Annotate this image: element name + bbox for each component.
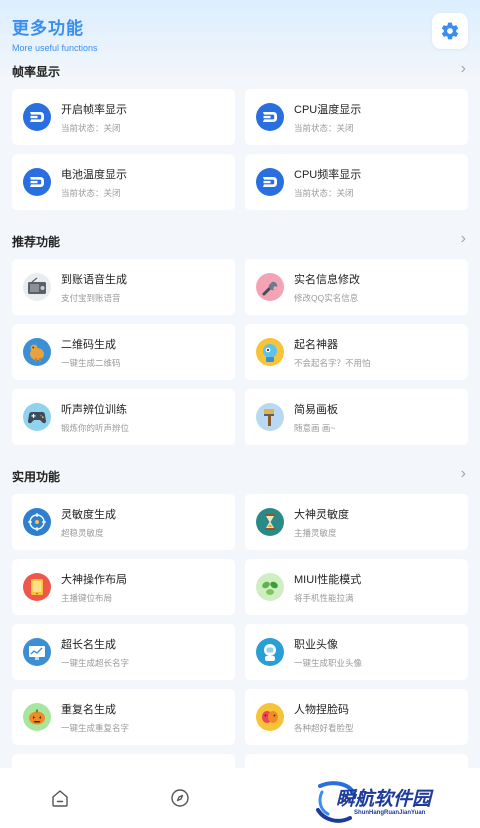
card-sound-locate[interactable]: 听声辨位训练 锻炼你的听声辨位 bbox=[12, 389, 235, 445]
card-face-code[interactable]: 人物捏脸码 各种超好看脸型 bbox=[245, 689, 468, 745]
card-cpu-frequency[interactable]: CPU频率显示 当前状态：关闭 bbox=[245, 154, 468, 210]
astronaut-icon bbox=[256, 638, 284, 666]
card-label: 简易画板 bbox=[294, 403, 338, 416]
wrench-icon bbox=[256, 273, 284, 301]
card-label: 听声辨位训练 bbox=[61, 403, 127, 416]
section-title-recommended: 推荐功能 bbox=[12, 235, 61, 249]
card-label: 职业头像 bbox=[294, 638, 338, 651]
card-drawing-board[interactable]: 简易画板 随意画 画~ bbox=[245, 389, 468, 445]
card-description: 修改QQ实名信息 bbox=[294, 292, 359, 303]
chevron-right-icon[interactable]: › bbox=[461, 466, 466, 482]
watermark-subtext: ShunHangRuanJianYuan bbox=[354, 810, 426, 816]
page-header: 更多功能 More useful functions bbox=[12, 14, 98, 53]
card-label: 人物捏脸码 bbox=[294, 703, 349, 716]
card-description: 主播键位布局 bbox=[61, 592, 113, 603]
card-career-avatar[interactable]: 职业头像 一键生成职业头像 bbox=[245, 624, 468, 680]
robot-icon bbox=[256, 338, 284, 366]
home-tab[interactable] bbox=[50, 788, 70, 813]
card-label: 重复名生成 bbox=[61, 703, 116, 716]
card-realname-edit[interactable]: 实名信息修改 修改QQ实名信息 bbox=[245, 259, 468, 315]
card-label: 大神操作布局 bbox=[61, 573, 127, 586]
gamepad-icon bbox=[23, 403, 51, 431]
card-label: 大神灵敏度 bbox=[294, 508, 349, 521]
hourglass-icon bbox=[256, 508, 284, 536]
card-payment-voice[interactable]: 到账语音生成 支付宝到账语音 bbox=[12, 259, 235, 315]
card-description: 支付宝到账语音 bbox=[61, 292, 121, 303]
card-description: 当前状态：关闭 bbox=[61, 187, 121, 198]
settings-button[interactable] bbox=[432, 13, 468, 49]
card-qrcode[interactable]: 二维码生成 一键生成二维码 bbox=[12, 324, 235, 380]
card-description: 超稳灵敏度 bbox=[61, 527, 104, 538]
masks-icon bbox=[256, 703, 284, 731]
card-label: MIUI性能模式 bbox=[294, 573, 362, 586]
chevron-right-icon[interactable]: › bbox=[461, 231, 466, 247]
card-label: CPU频率显示 bbox=[294, 168, 362, 181]
card-description: 不会起名字？不用怕 bbox=[294, 357, 371, 368]
watermark-text: 瞬航软件园 bbox=[336, 789, 432, 810]
card-sensitivity-gen[interactable]: 灵敏度生成 超稳灵敏度 bbox=[12, 494, 235, 550]
watermark-logo: 瞬航软件园 ShunHangRuanJianYuan bbox=[314, 780, 480, 828]
monitor-chart-icon bbox=[23, 638, 51, 666]
card-label: 实名信息修改 bbox=[294, 273, 360, 286]
card-label: 灵敏度生成 bbox=[61, 508, 116, 521]
card-label: CPU温度显示 bbox=[294, 103, 362, 116]
card-description: 随意画 画~ bbox=[294, 422, 336, 433]
tablet-icon bbox=[23, 573, 51, 601]
card-cpu-temperature[interactable]: CPU温度显示 当前状态：关闭 bbox=[245, 89, 468, 145]
card-description: 将手机性能拉满 bbox=[294, 592, 354, 603]
card-pro-layout[interactable]: 大神操作布局 主播键位布局 bbox=[12, 559, 235, 615]
discover-tab[interactable] bbox=[170, 788, 190, 813]
card-battery-temperature[interactable]: 电池温度显示 当前状态：关闭 bbox=[12, 154, 235, 210]
card-label: 超长名生成 bbox=[61, 638, 116, 651]
card-long-name[interactable]: 超长名生成 一键生成超长名字 bbox=[12, 624, 235, 680]
card-label: 电池温度显示 bbox=[61, 168, 127, 181]
section-title-practical: 实用功能 bbox=[12, 470, 61, 484]
card-duplicate-name[interactable]: 重复名生成 一键生成重复名字 bbox=[12, 689, 235, 745]
card-description: 一键生成超长名字 bbox=[61, 657, 130, 668]
card-description: 一键生成二维码 bbox=[61, 357, 121, 368]
card-label: 开启帧率显示 bbox=[61, 103, 127, 116]
card-label: 起名神器 bbox=[294, 338, 338, 351]
dog-icon bbox=[23, 338, 51, 366]
card-description: 当前状态：关闭 bbox=[294, 122, 354, 133]
brush-icon bbox=[256, 403, 284, 431]
dash-icon bbox=[256, 103, 284, 131]
dash-icon bbox=[23, 168, 51, 196]
card-partial bbox=[245, 754, 468, 768]
card-description: 当前状态：关闭 bbox=[294, 187, 354, 198]
card-description: 一键生成职业头像 bbox=[294, 657, 363, 668]
home-icon bbox=[52, 790, 68, 807]
section-title-frame-rate: 帧率显示 bbox=[12, 65, 61, 79]
dash-icon bbox=[23, 103, 51, 131]
target-icon bbox=[23, 508, 51, 536]
card-description: 主播灵敏度 bbox=[294, 527, 337, 538]
card-miui-performance[interactable]: MIUI性能模式 将手机性能拉满 bbox=[245, 559, 468, 615]
card-description: 各种超好看脸型 bbox=[294, 722, 354, 733]
card-label: 到账语音生成 bbox=[61, 273, 127, 286]
card-naming-tool[interactable]: 起名神器 不会起名字？不用怕 bbox=[245, 324, 468, 380]
leaves-icon bbox=[256, 573, 284, 601]
card-pro-sensitivity[interactable]: 大神灵敏度 主播灵敏度 bbox=[245, 494, 468, 550]
chevron-right-icon[interactable]: › bbox=[461, 61, 466, 77]
pumpkin-icon bbox=[23, 703, 51, 731]
page-title: 更多功能 bbox=[12, 19, 84, 38]
page-subtitle: More useful functions bbox=[12, 43, 98, 53]
card-description: 一键生成重复名字 bbox=[61, 722, 130, 733]
card-partial bbox=[12, 754, 235, 768]
radio-icon bbox=[23, 273, 51, 301]
compass-icon bbox=[171, 789, 189, 807]
card-description: 当前状态：关闭 bbox=[61, 122, 121, 133]
card-label: 二维码生成 bbox=[61, 338, 116, 351]
dash-icon bbox=[256, 168, 284, 196]
gear-icon bbox=[441, 22, 459, 40]
card-open-frame-rate[interactable]: 开启帧率显示 当前状态：关闭 bbox=[12, 89, 235, 145]
card-description: 锻炼你的听声辨位 bbox=[61, 422, 130, 433]
